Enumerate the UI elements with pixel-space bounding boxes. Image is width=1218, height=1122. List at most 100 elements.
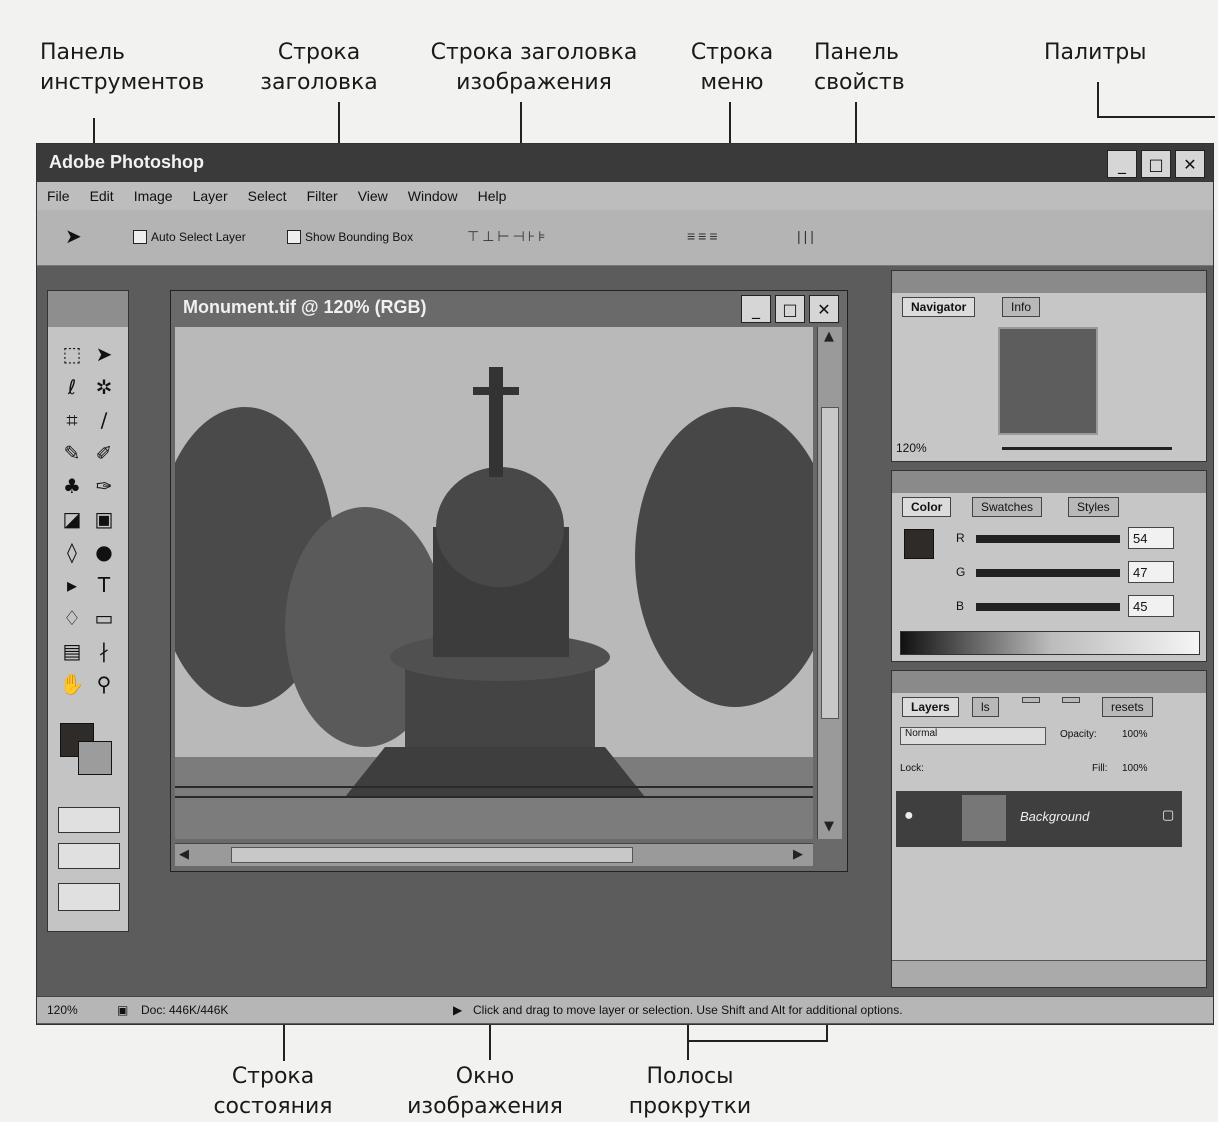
tab-presets[interactable]: resets [1102, 697, 1153, 717]
move-tool-icon[interactable]: ➤ [65, 224, 82, 248]
quick-mask-icon[interactable] [58, 807, 120, 833]
menu-layer[interactable]: Layer [193, 188, 228, 204]
zoom-tool-icon[interactable]: ⚲ [88, 669, 120, 698]
photoshop-window: Adobe Photoshop _ □ ✕ File Edit Image La… [36, 143, 1214, 1025]
image-window-title: Monument.tif @ 120% (RGB) [183, 297, 427, 317]
minimize-button[interactable]: _ [1107, 150, 1137, 178]
image-window: Monument.tif @ 120% (RGB) _ □ ✕ ▲ ▼ ◀ ▶ [170, 290, 848, 872]
blur-tool-icon[interactable]: ◊ [56, 537, 88, 566]
stamp-tool-icon[interactable]: ♣ [56, 471, 88, 500]
lock-label: Lock: [900, 763, 924, 774]
horizontal-scroll-thumb[interactable] [231, 847, 633, 863]
callout-palettes: Палитры [1044, 40, 1147, 65]
menu-select[interactable]: Select [248, 188, 287, 204]
status-doc-size[interactable]: Doc: 446K/446K [141, 1003, 228, 1017]
slice-tool-icon[interactable]: ∕ [88, 405, 120, 434]
tab-color[interactable]: Color [902, 497, 952, 517]
scroll-up-icon[interactable]: ▲ [824, 329, 834, 344]
healing-brush-icon[interactable]: ✎ [56, 438, 88, 467]
horizontal-scrollbar[interactable]: ◀ ▶ [175, 843, 813, 866]
opacity-value[interactable]: 100% [1122, 729, 1148, 740]
distribute-buttons-icon[interactable]: ≡≡≡ [687, 228, 721, 244]
tab-history[interactable] [1062, 697, 1080, 703]
color-ramp[interactable] [900, 631, 1200, 655]
menu-image[interactable]: Image [134, 188, 173, 204]
align-buttons-icon[interactable]: ⊤⊥⊢⊣⊦⊧ [467, 228, 548, 245]
notes-tool-icon[interactable]: ▤ [56, 636, 88, 665]
background-color-swatch[interactable] [78, 741, 112, 775]
path-select-icon[interactable]: ▸ [56, 570, 88, 599]
screen-mode-icon[interactable] [58, 843, 120, 869]
menu-edit[interactable]: Edit [90, 188, 114, 204]
scroll-right-icon[interactable]: ▶ [793, 847, 803, 862]
magic-wand-icon[interactable]: ✲ [88, 372, 120, 401]
layers-bottom-toolbar [892, 960, 1206, 987]
menu-window[interactable]: Window [408, 188, 458, 204]
color-foreground-swatch[interactable] [904, 529, 934, 559]
menu-file[interactable]: File [47, 188, 70, 204]
scroll-left-icon[interactable]: ◀ [179, 847, 189, 862]
type-tool-icon[interactable]: T [88, 570, 120, 599]
pen-tool-icon[interactable]: ♢ [56, 603, 88, 632]
navigator-zoom[interactable]: 120% [896, 441, 927, 455]
blend-mode-select[interactable]: Normal [900, 727, 1046, 745]
show-bounding-box-checkbox[interactable]: Show Bounding Box [287, 230, 413, 244]
status-hint: Click and drag to move layer or selectio… [473, 1003, 903, 1017]
menu-help[interactable]: Help [478, 188, 507, 204]
layer-row-background[interactable]: ● Background ▢ [896, 791, 1182, 847]
menu-view[interactable]: View [358, 188, 388, 204]
vertical-scroll-thumb[interactable] [821, 407, 839, 719]
image-minimize-button[interactable]: _ [741, 295, 771, 323]
checkbox-icon [133, 230, 147, 244]
auto-select-layer-checkbox[interactable]: Auto Select Layer [133, 230, 246, 244]
tab-paths[interactable] [1022, 697, 1040, 703]
image-maximize-button[interactable]: □ [775, 295, 805, 323]
lasso-tool-icon[interactable]: ℓ [56, 372, 88, 401]
marquee-tool-icon[interactable]: ⬚ [56, 339, 88, 368]
callout-scrollbars: Полосы прокрутки [628, 1064, 752, 1119]
tab-swatches[interactable]: Swatches [972, 497, 1043, 517]
jump-to-imageready-icon[interactable] [58, 883, 120, 911]
status-zoom[interactable]: 120% [47, 1003, 78, 1017]
menu-filter[interactable]: Filter [307, 188, 338, 204]
close-button[interactable]: ✕ [1175, 150, 1205, 178]
tab-info[interactable]: Info [1002, 297, 1041, 317]
g-value[interactable]: 47 [1128, 561, 1174, 583]
eyedropper-icon[interactable]: ∤ [88, 636, 120, 665]
brush-tool-icon[interactable]: ✐ [88, 438, 120, 467]
move-tool-icon[interactable]: ➤ [88, 339, 120, 368]
app-title: Adobe Photoshop [49, 152, 204, 172]
dodge-tool-icon[interactable]: ● [88, 537, 120, 566]
scroll-down-icon[interactable]: ▼ [824, 819, 834, 834]
tab-styles[interactable]: Styles [1068, 497, 1119, 517]
color-palette: Color Swatches Styles R 54 G 47 B 45 [891, 470, 1207, 662]
shape-tool-icon[interactable]: ▭ [88, 603, 120, 632]
menu-bar: File Edit Image Layer Select Filter View… [37, 182, 1213, 210]
eye-icon[interactable]: ● [904, 807, 914, 825]
tab-layers[interactable]: Layers [902, 697, 959, 717]
vertical-scrollbar[interactable]: ▲ ▼ [817, 327, 842, 839]
image-close-button[interactable]: ✕ [809, 295, 839, 323]
eraser-tool-icon[interactable]: ◪ [56, 504, 88, 533]
gradient-tool-icon[interactable]: ▣ [88, 504, 120, 533]
crop-tool-icon[interactable]: ⌗ [56, 405, 88, 434]
image-canvas[interactable] [175, 327, 813, 839]
tab-channels[interactable]: ls [972, 697, 999, 717]
r-slider[interactable] [976, 535, 1120, 543]
b-value[interactable]: 45 [1128, 595, 1174, 617]
hand-tool-icon[interactable]: ✋ [56, 669, 88, 698]
status-arrow-icon[interactable]: ▶ [453, 1003, 462, 1017]
g-slider[interactable] [976, 569, 1120, 577]
maximize-button[interactable]: □ [1141, 150, 1171, 178]
b-slider[interactable] [976, 603, 1120, 611]
history-brush-icon[interactable]: ✑ [88, 471, 120, 500]
r-value[interactable]: 54 [1128, 527, 1174, 549]
navigator-thumbnail[interactable] [998, 327, 1098, 435]
callout-image-window: Окно изображения [407, 1064, 563, 1119]
tools-panel: ⬚ ➤ ℓ ✲ ⌗ ∕ ✎ ✐ ♣ ✑ ◪ ▣ ◊ ● ▸ T ♢ ▭ ▤ ∤ … [47, 290, 129, 932]
tab-navigator[interactable]: Navigator [902, 297, 976, 317]
distribute-h-buttons-icon[interactable]: ||| [797, 228, 817, 244]
fill-value[interactable]: 100% [1122, 763, 1148, 774]
navigator-zoom-slider[interactable] [1002, 447, 1172, 450]
doc-info-icon: ▣ [117, 1003, 129, 1017]
